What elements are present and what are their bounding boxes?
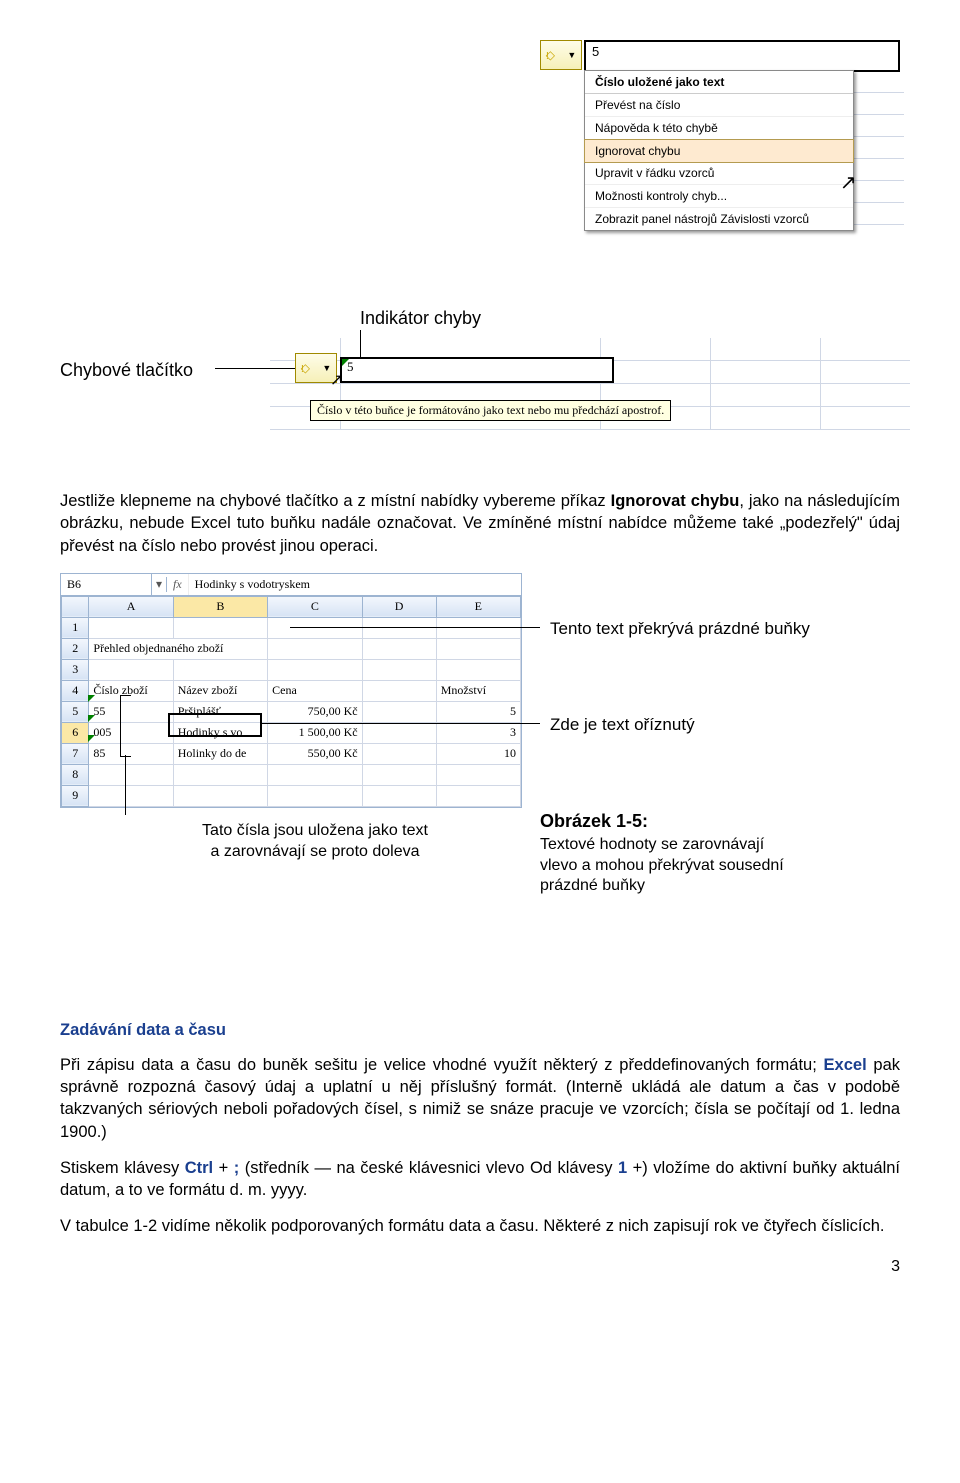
paragraph-date-time: Při zápisu data a času do buněk sešitu j… <box>60 1054 900 1143</box>
table-row[interactable]: 3 <box>62 659 521 680</box>
formula-bar: B6 ▾ fx Hodinky s vodotryskem <box>61 574 521 596</box>
selected-cell[interactable]: 5 <box>584 40 900 72</box>
annotation-text-numbers: Tato čísla jsou uložena jako text a zaro… <box>150 821 480 863</box>
error-triangle-icon <box>342 359 349 366</box>
figure-spreadsheet-annotated: B6 ▾ fx Hodinky s vodotryskem A B C D E … <box>60 573 900 1003</box>
menu-item-toolbar[interactable]: Zobrazit panel nástrojů Závislosti vzorc… <box>585 208 853 230</box>
error-triangle-icon <box>88 715 95 722</box>
spreadsheet: B6 ▾ fx Hodinky s vodotryskem A B C D E … <box>60 573 522 808</box>
connector-line <box>215 368 295 369</box>
menu-item-options[interactable]: Možnosti kontroly chyb... <box>585 185 853 208</box>
cursor-icon: ↖ <box>840 170 857 195</box>
error-button-icon[interactable]: ◇! ▼ <box>540 40 582 70</box>
fx-label: fx <box>167 574 189 595</box>
menu-item-ignore[interactable]: Ignorovat chybu <box>584 139 854 163</box>
paragraph-shortcut: Stiskem klávesy Ctrl + ; (středník — na … <box>60 1157 900 1202</box>
table-row[interactable]: 2Přehled objednaného zboží <box>62 638 521 659</box>
table-row[interactable]: 9 <box>62 785 521 806</box>
menu-item-help[interactable]: Nápověda k této chybě <box>585 117 853 140</box>
figure-error-labels: Indikátor chyby Chybové tlačítko ◇! ▼ 5 … <box>60 290 900 460</box>
diamond-icon: ◇! <box>546 48 558 62</box>
diamond-icon: ◇! <box>301 361 313 375</box>
corner-header[interactable] <box>62 596 89 617</box>
annotation-overflow: Tento text překrývá prázdné buňky <box>550 619 810 639</box>
menu-header: Číslo uložené jako text <box>585 71 853 94</box>
error-triangle-icon <box>88 695 95 702</box>
col-header[interactable]: E <box>436 596 520 617</box>
col-header[interactable]: C <box>268 596 362 617</box>
paragraph-table-ref: V tabulce 1-2 vidíme několik podporovaný… <box>60 1215 900 1237</box>
formula-value[interactable]: Hodinky s vodotryskem <box>189 574 316 595</box>
error-context-menu: Číslo uložené jako text Převést na číslo… <box>584 70 854 231</box>
col-header[interactable]: B <box>173 596 267 617</box>
figure-error-menu: ◇! ▼ 5 Číslo uložené jako text Převést n… <box>540 40 900 270</box>
connector-line <box>260 723 540 724</box>
col-header[interactable]: D <box>362 596 436 617</box>
figure-caption: Textové hodnoty se zarovnávají vlevo a m… <box>540 835 900 897</box>
cursor-icon: ↖ <box>330 370 343 390</box>
heading-date-time: Zadávání data a času <box>60 1021 900 1040</box>
error-triangle-icon <box>88 735 95 742</box>
col-header[interactable]: A <box>89 596 173 617</box>
chevron-down-icon: ▼ <box>567 50 576 60</box>
menu-item-convert[interactable]: Převést na číslo <box>585 94 853 117</box>
menu-item-edit-formula[interactable]: Upravit v řádku vzorců <box>585 162 853 185</box>
bracket <box>120 695 131 757</box>
name-box[interactable]: B6 <box>61 574 152 595</box>
namebox-dropdown-icon[interactable]: ▾ <box>152 577 167 592</box>
connector-line <box>125 755 126 815</box>
label-indicator: Indikátor chyby <box>360 308 481 329</box>
connector-line <box>290 627 540 628</box>
selected-cell[interactable]: 5 <box>340 357 614 383</box>
connector-line <box>360 330 361 360</box>
table-row[interactable]: 8 <box>62 764 521 785</box>
tooltip: Číslo v této buňce je formátováno jako t… <box>310 400 671 421</box>
figure-label: Obrázek 1-5: <box>540 811 648 832</box>
label-error-button: Chybové tlačítko <box>60 360 193 381</box>
table-row[interactable]: 1 <box>62 617 521 638</box>
page-number: 3 <box>60 1258 900 1276</box>
paragraph-intro: Jestliže klepneme na chybové tlačítko a … <box>60 490 900 557</box>
annotation-truncated: Zde je text oříznutý <box>550 715 695 735</box>
